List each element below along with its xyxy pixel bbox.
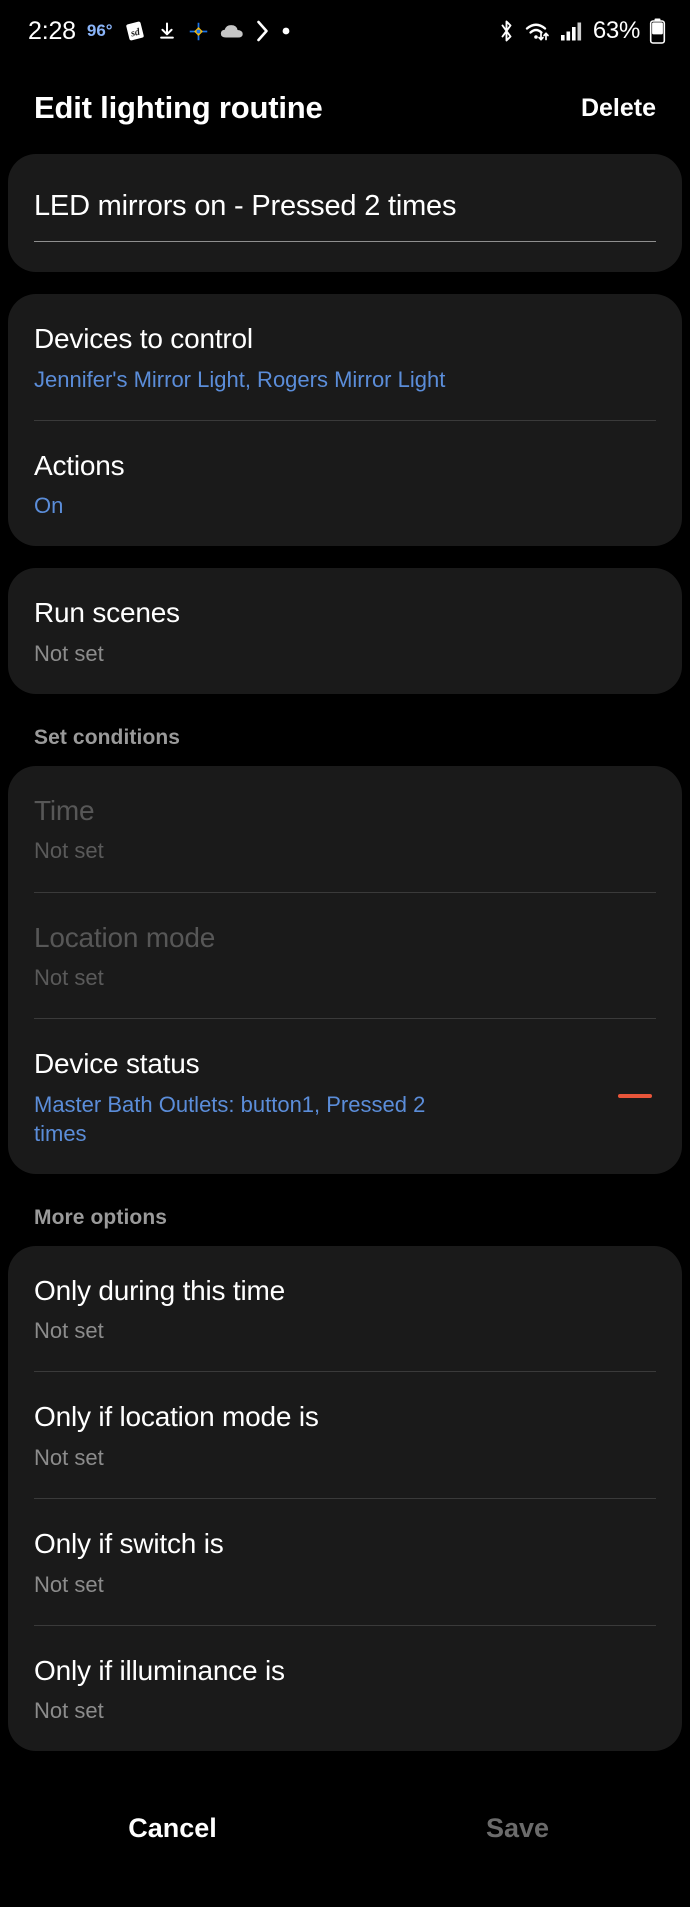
row-title: Only if illuminance is	[34, 1654, 285, 1686]
row-title: Device status	[34, 1048, 200, 1080]
settings-scroll-area[interactable]: LED mirrors on - Pressed 2 times Devices…	[0, 154, 690, 1795]
row-subtitle: Not set	[34, 1571, 104, 1597]
row-subtitle: Master Bath Outlets: button1, Pressed 2 …	[34, 1091, 426, 1146]
row-subtitle: Not set	[34, 640, 104, 666]
row-only-if-illuminance-is[interactable]: Only if illuminance is Not set	[34, 1624, 656, 1752]
section-label-more-options: More options	[34, 1205, 168, 1229]
row-title: Only if location mode is	[34, 1401, 319, 1433]
row-only-if-switch-is[interactable]: Only if switch is Not set	[34, 1498, 656, 1625]
row-subtitle: Not set	[34, 965, 104, 991]
row-only-if-location-mode-is[interactable]: Only if location mode is Not set	[34, 1371, 656, 1498]
weather-temperature: 96°	[86, 21, 113, 40]
row-subtitle: Not set	[34, 1445, 104, 1470]
cloud-icon	[220, 23, 244, 40]
row-condition-location-mode: Location mode Not set	[34, 891, 656, 1019]
row-condition-device-status[interactable]: Device status Master Bath Outlets: butto…	[34, 1018, 656, 1174]
row-subtitle: Not set	[34, 1318, 104, 1344]
row-only-during-this-time[interactable]: Only during this time Not set	[34, 1246, 656, 1372]
row-subtitle: Jennifer's Mirror Light, Rogers Mirror L…	[34, 366, 446, 392]
row-devices-to-control[interactable]: Devices to control Jennifer's Mirror Lig…	[34, 294, 656, 420]
row-condition-time: Time Not set	[34, 766, 656, 892]
row-title: Run scenes	[34, 597, 180, 629]
status-clock: 2:28	[28, 16, 76, 45]
more-options-card: Only during this time Not set Only if lo…	[8, 1245, 682, 1752]
page-title: Edit lighting routine	[34, 90, 323, 125]
routine-name-card[interactable]: LED mirrors on - Pressed 2 times	[8, 154, 682, 272]
minus-icon[interactable]	[618, 1094, 652, 1099]
row-actions[interactable]: Actions On	[34, 419, 656, 547]
sd-card-icon: sd	[124, 20, 146, 42]
phone-screen: 2:28 96° sd 63% Edit lighting routine De…	[0, 0, 690, 1907]
cancel-button[interactable]: Cancel	[0, 1813, 345, 1844]
row-subtitle: Not set	[34, 1698, 104, 1724]
status-bar: 2:28 96° sd 63%	[0, 0, 690, 62]
row-title: Devices to control	[34, 323, 253, 354]
row-title: Only if switch is	[34, 1528, 224, 1560]
battery-percent-label: 63%	[592, 17, 640, 44]
download-icon	[157, 20, 177, 42]
status-bar-right: 63%	[497, 17, 666, 45]
delete-button[interactable]: Delete	[581, 94, 656, 123]
set-conditions-card: Time Not set Location mode Not set Devic…	[8, 765, 682, 1174]
devices-actions-card: Devices to control Jennifer's Mirror Lig…	[8, 294, 682, 547]
row-subtitle: On	[34, 493, 64, 519]
dot-icon	[281, 26, 291, 36]
row-title: Time	[34, 794, 95, 826]
battery-icon	[649, 18, 666, 44]
routine-name-input[interactable]: LED mirrors on - Pressed 2 times	[34, 190, 656, 241]
save-button[interactable]: Save	[345, 1813, 690, 1844]
pinwheel-icon	[188, 21, 209, 42]
bottom-action-bar: Cancel Save	[0, 1795, 690, 1907]
cellular-signal-icon	[560, 21, 584, 41]
run-scenes-card: Run scenes Not set	[8, 568, 682, 694]
row-title: Actions	[34, 449, 125, 481]
row-run-scenes[interactable]: Run scenes Not set	[34, 568, 656, 694]
row-subtitle: Not set	[34, 838, 104, 864]
routine-name-underline	[34, 241, 656, 242]
row-title: Location mode	[34, 921, 216, 953]
status-bar-left: 2:28 96° sd	[28, 17, 291, 46]
bluetooth-icon	[497, 19, 516, 43]
row-title: Only during this time	[34, 1274, 286, 1306]
chevron-right-icon	[255, 20, 270, 42]
section-label-set-conditions: Set conditions	[34, 725, 181, 749]
wifi-icon	[525, 20, 551, 42]
app-header: Edit lighting routine Delete	[0, 62, 690, 154]
